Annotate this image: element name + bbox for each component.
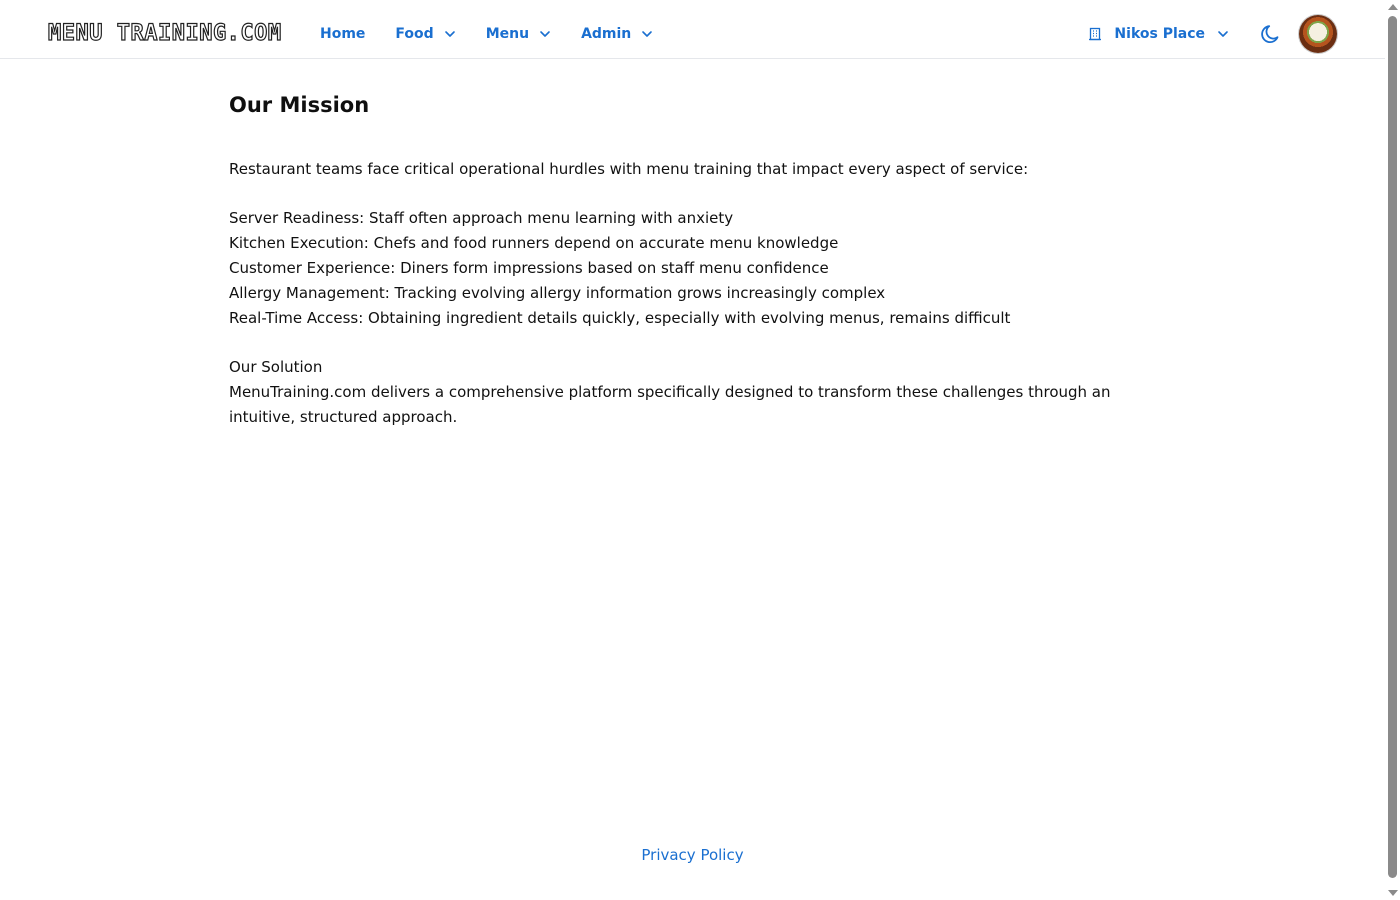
solution-paragraph: MenuTraining.com delivers a comprehensiv… <box>229 383 1111 426</box>
challenge-item: Customer Experience: Diners form impress… <box>229 259 829 277</box>
restaurant-selector[interactable]: Nikos Place <box>1088 26 1229 42</box>
page-title: Our Mission <box>229 93 370 117</box>
restaurant-selector-label: Nikos Place <box>1114 26 1205 42</box>
intro-paragraph: Restaurant teams face critical operation… <box>229 160 1029 178</box>
nav-home[interactable]: Home <box>320 22 365 46</box>
privacy-policy-link[interactable]: Privacy Policy <box>641 846 743 864</box>
moon-icon <box>1260 23 1282 45</box>
mission-text: Restaurant teams face critical operation… <box>229 157 1129 430</box>
scroll-down-arrow-icon[interactable] <box>1388 890 1398 896</box>
site-logo[interactable]: MENU TRAINING.COM <box>47 20 281 48</box>
nav-admin-label: Admin <box>581 26 632 42</box>
nav-menu-dropdown[interactable]: Menu <box>486 22 551 46</box>
chevron-down-icon <box>1217 28 1229 40</box>
nav-admin-dropdown[interactable]: Admin <box>581 22 653 46</box>
challenge-item: Allergy Management: Tracking evolving al… <box>229 284 886 302</box>
nav-food-dropdown[interactable]: Food <box>395 22 455 46</box>
vertical-scrollbar[interactable] <box>1385 0 1400 900</box>
scrollbar-thumb[interactable] <box>1388 16 1397 878</box>
nav-food-label: Food <box>395 26 434 42</box>
challenge-item: Real-Time Access: Obtaining ingredient d… <box>229 309 1011 327</box>
main-nav: Home Food Menu Admin <box>320 22 683 46</box>
main-content: Our Mission Restaurant teams face critic… <box>229 90 1129 430</box>
theme-toggle-button[interactable] <box>1259 22 1283 46</box>
chevron-down-icon <box>539 28 551 40</box>
chevron-down-icon <box>641 28 653 40</box>
scroll-up-arrow-icon[interactable] <box>1388 4 1398 10</box>
challenge-item: Server Readiness: Staff often approach m… <box>229 209 734 227</box>
solution-heading: Our Solution <box>229 358 323 376</box>
header-right: Nikos Place <box>1088 14 1337 54</box>
chevron-down-icon <box>444 28 456 40</box>
building-icon <box>1088 27 1102 41</box>
user-avatar[interactable] <box>1299 15 1337 53</box>
challenge-item: Kitchen Execution: Chefs and food runner… <box>229 234 839 252</box>
top-navbar: MENU TRAINING.COM Home Food Menu Admin N… <box>0 0 1385 59</box>
nav-menu-label: Menu <box>485 26 530 42</box>
footer: Privacy Policy <box>0 846 1385 864</box>
nav-home-label: Home <box>320 26 366 42</box>
